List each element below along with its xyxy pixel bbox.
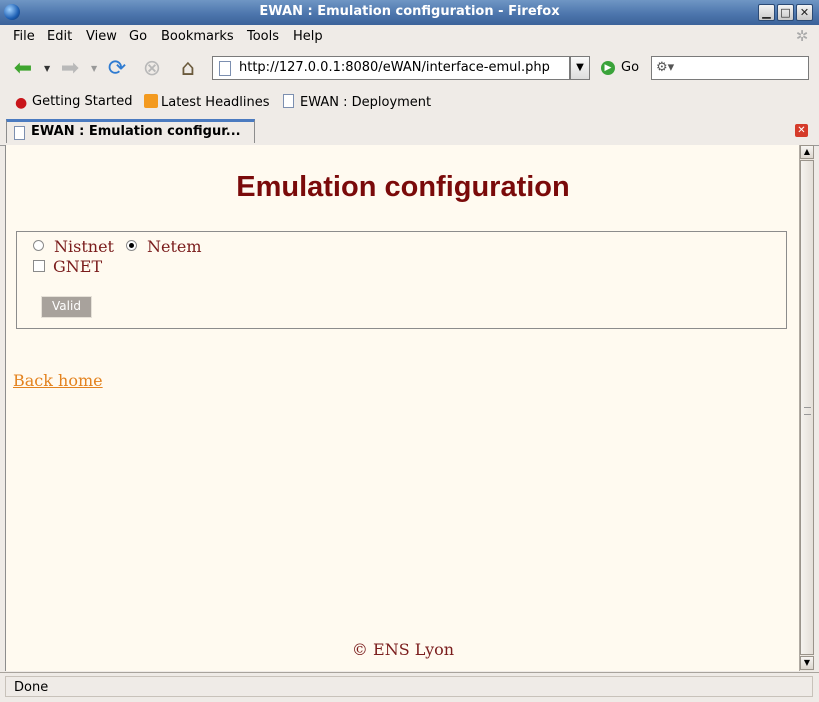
page-heading: Emulation configuration [236, 171, 570, 203]
menu-view[interactable]: View [86, 29, 117, 44]
back-home-link[interactable]: Back home [13, 371, 103, 390]
page-icon [14, 126, 25, 140]
status-panel: Done [5, 676, 813, 697]
status-text: Done [14, 680, 49, 695]
home-icon[interactable]: ⌂ [175, 56, 201, 82]
scrollbar-thumb[interactable] [800, 160, 814, 655]
nistnet-radio[interactable] [33, 240, 44, 251]
menu-bookmarks[interactable]: Bookmarks [161, 29, 234, 44]
go-arrow-icon: ▶ [601, 61, 615, 75]
netem-radio[interactable] [126, 240, 137, 251]
window-titlebar[interactable]: EWAN : Emulation configuration - Firefox… [0, 0, 819, 25]
status-bar: Done [0, 672, 819, 702]
menu-edit[interactable]: Edit [47, 29, 72, 44]
gnet-checkbox[interactable] [33, 260, 45, 272]
url-history-dropdown[interactable]: ▼ [570, 56, 590, 80]
firefox-bookmark-icon: ● [15, 95, 28, 111]
page-icon [283, 94, 294, 108]
scroll-down-arrow-icon[interactable]: ▼ [800, 656, 814, 670]
window-title: EWAN : Emulation configuration - Firefox [259, 4, 560, 19]
tab-label: EWAN : Emulation configur... [31, 124, 241, 139]
menu-help[interactable]: Help [293, 29, 323, 44]
menu-bar [0, 25, 819, 48]
bookmark-ewan-deployment[interactable]: EWAN : Deployment [283, 94, 431, 110]
thumb-grip-icon [804, 407, 811, 415]
scroll-up-arrow-icon[interactable]: ▲ [800, 145, 814, 159]
minimize-button[interactable]: ▁ [758, 4, 775, 21]
emulation-form: Nistnet Netem GNET Valid [16, 231, 787, 329]
menu-tools[interactable]: Tools [247, 29, 279, 44]
reload-icon[interactable]: ⟳ [104, 56, 130, 82]
search-input[interactable] [678, 59, 806, 77]
throbber-icon: ✲ [795, 27, 809, 45]
search-engine-icon[interactable]: ⚙▾ [656, 60, 674, 76]
back-arrow-icon[interactable]: ⬅ [10, 56, 36, 82]
footer-copyright: © ENS Lyon [351, 640, 455, 659]
close-tab-icon[interactable]: ✕ [795, 124, 808, 137]
stop-icon[interactable]: ⊗ [139, 56, 165, 82]
rss-feed-icon [144, 94, 158, 108]
forward-arrow-icon[interactable]: ➡ [57, 56, 83, 82]
bookmark-label: Getting Started [32, 94, 133, 109]
bookmark-latest-headlines[interactable]: Latest Headlines [144, 94, 270, 110]
go-label: Go [621, 60, 640, 75]
bookmark-label: EWAN : Deployment [300, 95, 432, 110]
nistnet-label: Nistnet [54, 237, 114, 256]
menu-file[interactable]: File [13, 29, 35, 44]
bookmark-getting-started[interactable]: ● Getting Started [15, 94, 133, 110]
page-content: Emulation configuration Nistnet Netem GN… [5, 145, 800, 671]
forward-history-dropdown[interactable]: ▼ [91, 64, 97, 73]
maximize-button[interactable]: □ [777, 4, 794, 21]
back-history-dropdown[interactable]: ▼ [44, 64, 50, 73]
vertical-scrollbar[interactable]: ▲ ▼ [799, 145, 814, 671]
valid-button[interactable]: Valid [41, 296, 92, 318]
url-bar[interactable] [212, 56, 570, 80]
menu-go[interactable]: Go [129, 29, 147, 44]
tab-ewan-emulation[interactable]: EWAN : Emulation configur... [6, 119, 255, 143]
search-box[interactable]: ⚙▾ [651, 56, 809, 80]
netem-label: Netem [147, 237, 202, 256]
page-icon [219, 61, 231, 76]
bookmark-label: Latest Headlines [161, 95, 270, 110]
url-input[interactable] [239, 59, 559, 75]
close-window-button[interactable]: ✕ [796, 4, 813, 21]
gnet-label: GNET [53, 257, 103, 276]
